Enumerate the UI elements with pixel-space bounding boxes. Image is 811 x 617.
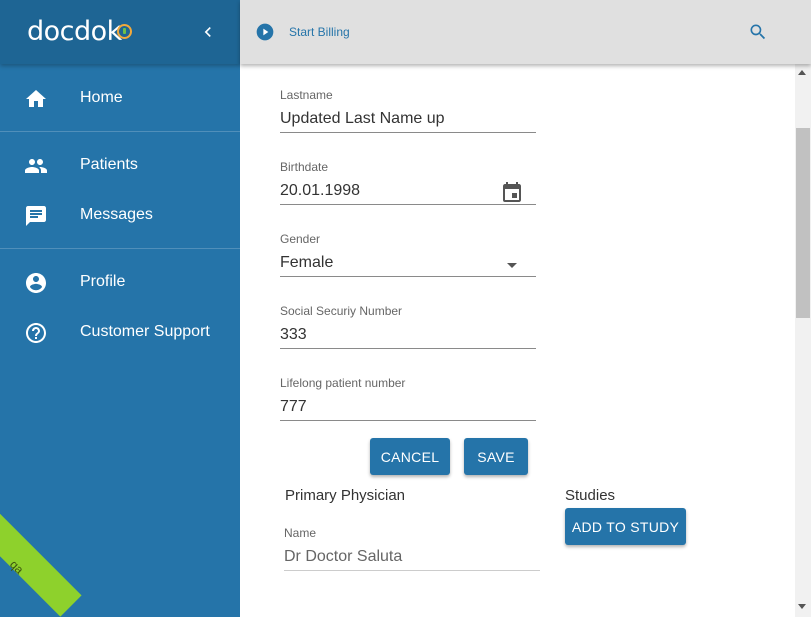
patient-number-input[interactable]: 777: [280, 398, 307, 416]
scrollbar-thumb[interactable]: [796, 128, 810, 318]
scroll-down-arrow-icon[interactable]: [798, 604, 806, 609]
sidebar-item-customer-support[interactable]: Customer Support: [0, 308, 240, 358]
field-underline: [280, 420, 536, 421]
field-underline: [280, 204, 536, 205]
studies-title: Studies: [565, 487, 616, 504]
primary-physician-title: Primary Physician: [285, 487, 406, 504]
account-circle-icon: [26, 273, 46, 293]
cancel-button[interactable]: Cancel: [370, 438, 450, 475]
sidebar-item-label: Messages: [80, 206, 153, 223]
field-underline: [280, 132, 536, 133]
search-icon[interactable]: [748, 22, 768, 42]
patient-number-label: Lifelong patient number: [280, 376, 406, 390]
gender-select[interactable]: Female: [280, 254, 333, 272]
calendar-icon[interactable]: [500, 181, 524, 205]
birthdate-input[interactable]: 20.01.1998: [280, 182, 360, 200]
gender-field[interactable]: Gender Female: [280, 232, 536, 292]
sidebar-item-label: Home: [80, 89, 123, 106]
lastname-field[interactable]: Lastname Updated Last Name up: [280, 88, 536, 148]
chevron-left-icon[interactable]: [198, 22, 218, 42]
app-logo[interactable]: docdok: [27, 16, 122, 47]
nav-divider: [0, 131, 240, 132]
ssn-field[interactable]: Social Securiy Number 333: [280, 304, 536, 364]
sidebar-item-label: Profile: [80, 273, 126, 290]
people-icon: [25, 159, 47, 173]
add-to-study-button[interactable]: Add to study: [565, 508, 686, 545]
birthdate-field[interactable]: Birthdate 20.01.1998: [280, 160, 536, 220]
physician-name-label: Name: [284, 526, 317, 540]
save-button[interactable]: Save: [464, 438, 528, 475]
ssn-label: Social Securiy Number: [280, 304, 403, 318]
message-icon: [26, 206, 46, 226]
play-circle-icon[interactable]: [255, 22, 275, 42]
birthdate-label: Birthdate: [280, 160, 329, 174]
sidebar-item-label: Customer Support: [80, 323, 210, 340]
gender-label: Gender: [280, 232, 321, 246]
help-circle-icon: [26, 323, 46, 343]
nav-divider: [0, 248, 240, 249]
patient-edit-form: Lastname Updated Last Name up Birthdate …: [240, 64, 795, 617]
home-icon: [26, 90, 46, 107]
field-underline: [280, 348, 536, 349]
sidebar-item-profile[interactable]: Profile: [0, 258, 240, 308]
dropdown-arrow-icon[interactable]: [500, 253, 524, 277]
sidebar-item-messages[interactable]: Messages: [0, 191, 240, 241]
physician-name-value: Dr Doctor Saluta: [284, 548, 403, 565]
lastname-label: Lastname: [280, 88, 333, 102]
field-underline: [280, 276, 536, 277]
lastname-input[interactable]: Updated Last Name up: [280, 110, 445, 128]
patient-number-field[interactable]: Lifelong patient number 777: [280, 376, 536, 436]
start-billing-link[interactable]: Start Billing: [289, 25, 350, 39]
logo-mark-icon: [117, 24, 132, 39]
sidebar-item-home[interactable]: Home: [0, 74, 240, 124]
physician-name-field: Name Dr Doctor Saluta: [284, 526, 540, 586]
sidebar-header: docdok: [0, 0, 240, 64]
scroll-up-arrow-icon[interactable]: [798, 70, 806, 75]
field-underline: [284, 570, 540, 571]
sidebar-item-label: Patients: [80, 156, 138, 173]
top-bar: Start Billing: [240, 0, 811, 64]
ssn-input[interactable]: 333: [280, 326, 307, 344]
sidebar: docdok Home Patients Messages Profile Cu…: [0, 0, 240, 617]
sidebar-item-patients[interactable]: Patients: [0, 141, 240, 191]
